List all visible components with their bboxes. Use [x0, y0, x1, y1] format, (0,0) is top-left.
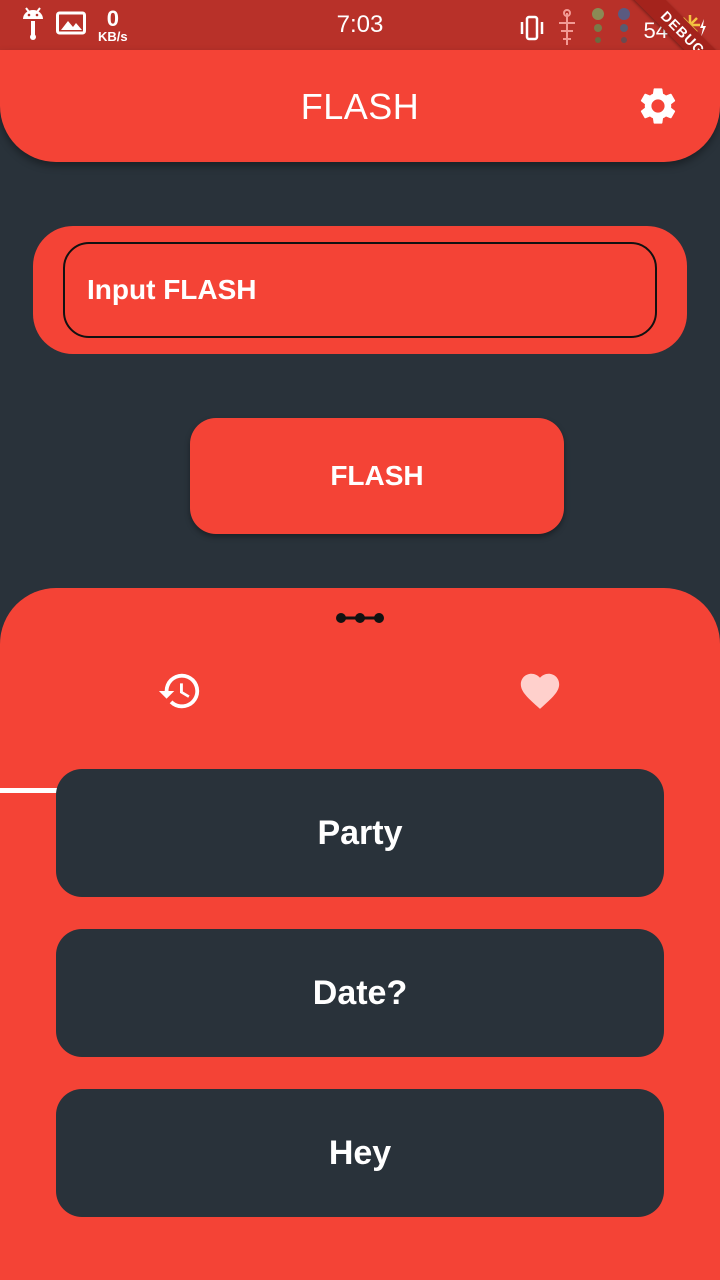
tab-favorites[interactable] [360, 648, 720, 734]
list-item[interactable]: Party [56, 769, 664, 897]
flash-button[interactable]: FLASH [190, 418, 564, 534]
drag-handle[interactable] [335, 610, 385, 626]
tab-bar [0, 648, 720, 793]
status-bar: 0 KB/s 7:03 54 DEBUG [0, 0, 720, 94]
list-item[interactable]: Hey [56, 1089, 664, 1217]
bottom-sheet: Party Date? Hey [0, 588, 720, 1280]
settings-button[interactable] [636, 84, 680, 128]
input-card [33, 226, 687, 354]
flash-input[interactable] [63, 242, 657, 338]
app-title: FLASH [300, 86, 420, 127]
wifi-icon [556, 9, 578, 52]
drag-handle-icon [335, 613, 385, 630]
app-bar: FLASH [0, 50, 720, 162]
tab-history[interactable] [0, 648, 360, 734]
list-item[interactable]: Date? [56, 929, 664, 1057]
heart-icon [517, 668, 563, 719]
vibrate-icon [518, 15, 546, 46]
gear-icon [636, 88, 680, 132]
history-icon [157, 668, 203, 719]
signal-dots-icon [588, 8, 634, 53]
